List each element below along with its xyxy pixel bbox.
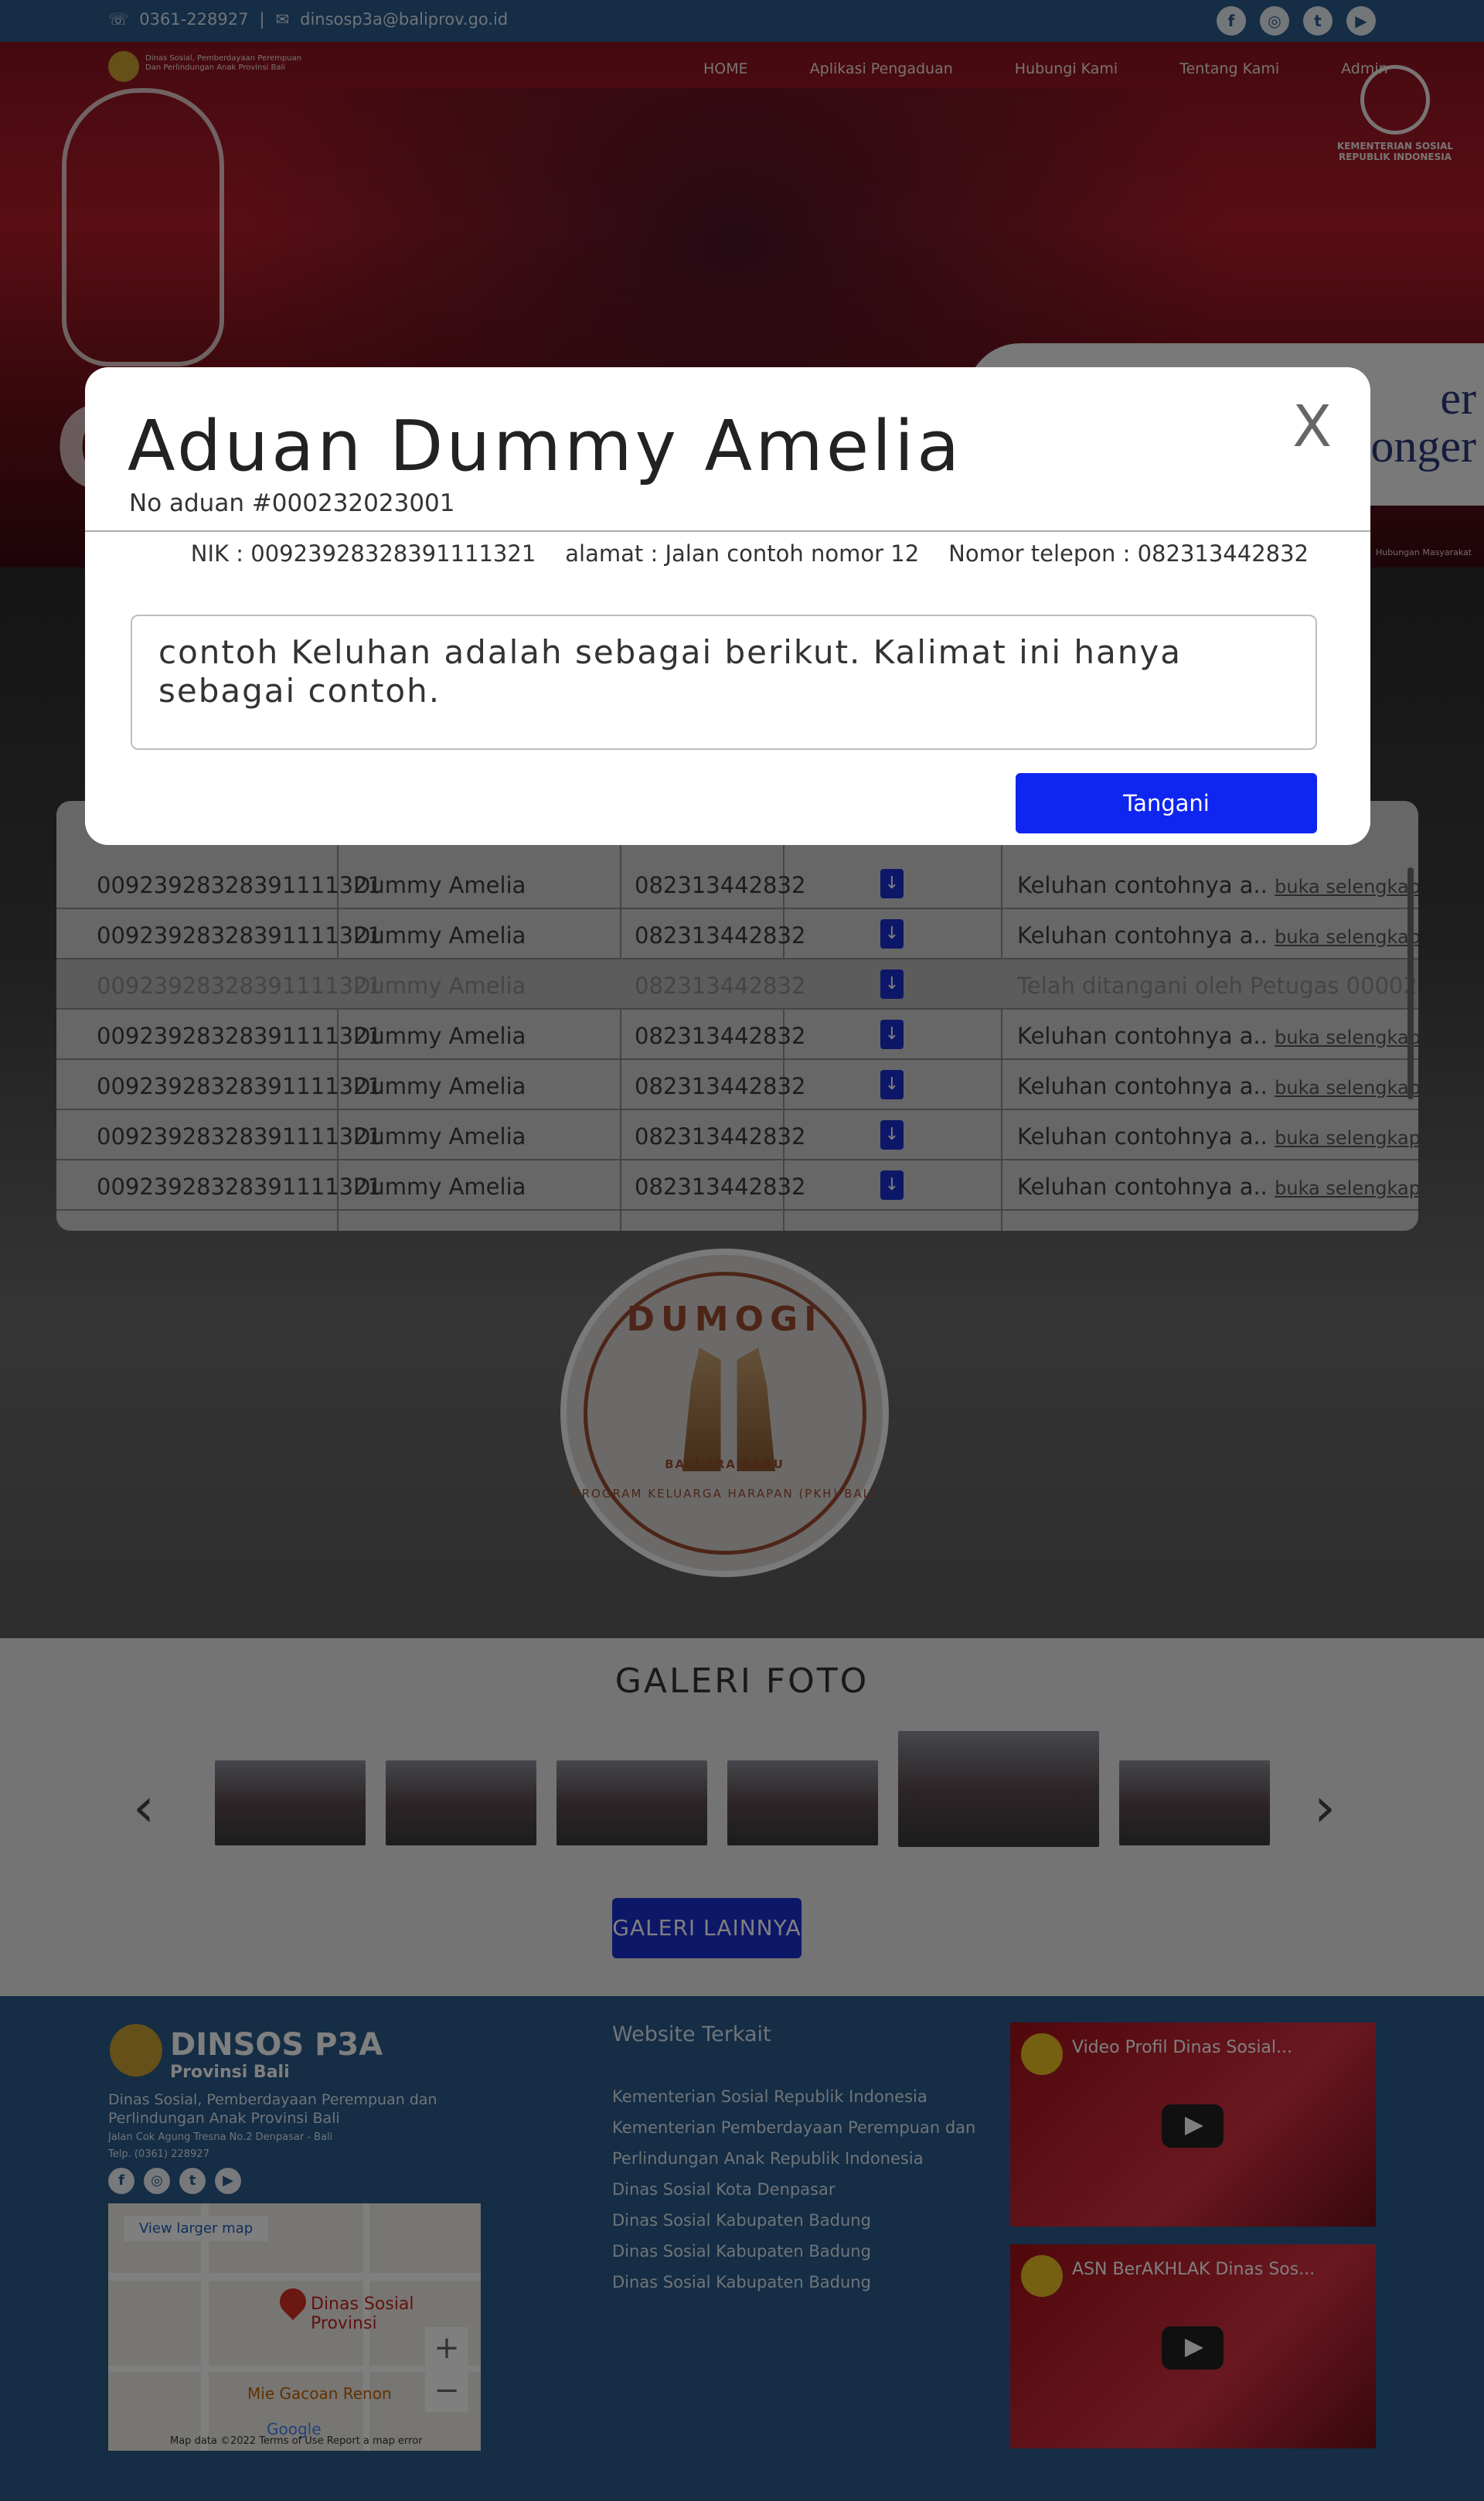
meta-alamat: alamat : Jalan contoh nomor 12 (565, 540, 920, 567)
complaint-number: No aduan #000232023001 (129, 489, 455, 517)
modal-title: Aduan Dummy Amelia (128, 406, 963, 487)
complaint-body: contoh Keluhan adalah sebagai berikut. K… (131, 615, 1317, 750)
meta-telepon: Nomor telepon : 082313442832 (948, 540, 1309, 567)
meta-nik: NIK : 00923928328391111321 (190, 540, 536, 567)
modal-divider (85, 530, 1370, 532)
close-icon[interactable]: X (1292, 398, 1332, 455)
handle-button[interactable]: Tangani (1016, 773, 1317, 833)
complaint-meta: NIK : 00923928328391111321 alamat : Jala… (191, 540, 1309, 567)
complaint-modal: Aduan Dummy Amelia No aduan #00023202300… (85, 367, 1370, 845)
